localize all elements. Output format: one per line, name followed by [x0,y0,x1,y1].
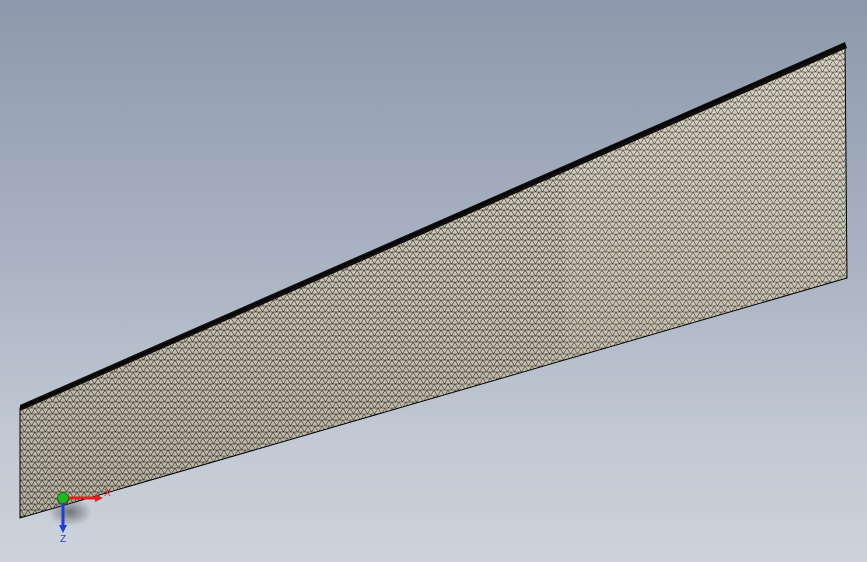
plate-mesh-dense-region [20,168,565,518]
graphics-viewport[interactable]: X Z [0,0,867,562]
triad-shadow [48,498,92,526]
x-axis-label: X [104,488,111,499]
z-axis-label: Z [60,534,66,545]
model-scene[interactable]: X Z [0,0,867,562]
reference-triad[interactable]: X Z [48,488,111,545]
z-axis-arrowhead [59,525,67,533]
y-axis-icon [57,492,69,504]
